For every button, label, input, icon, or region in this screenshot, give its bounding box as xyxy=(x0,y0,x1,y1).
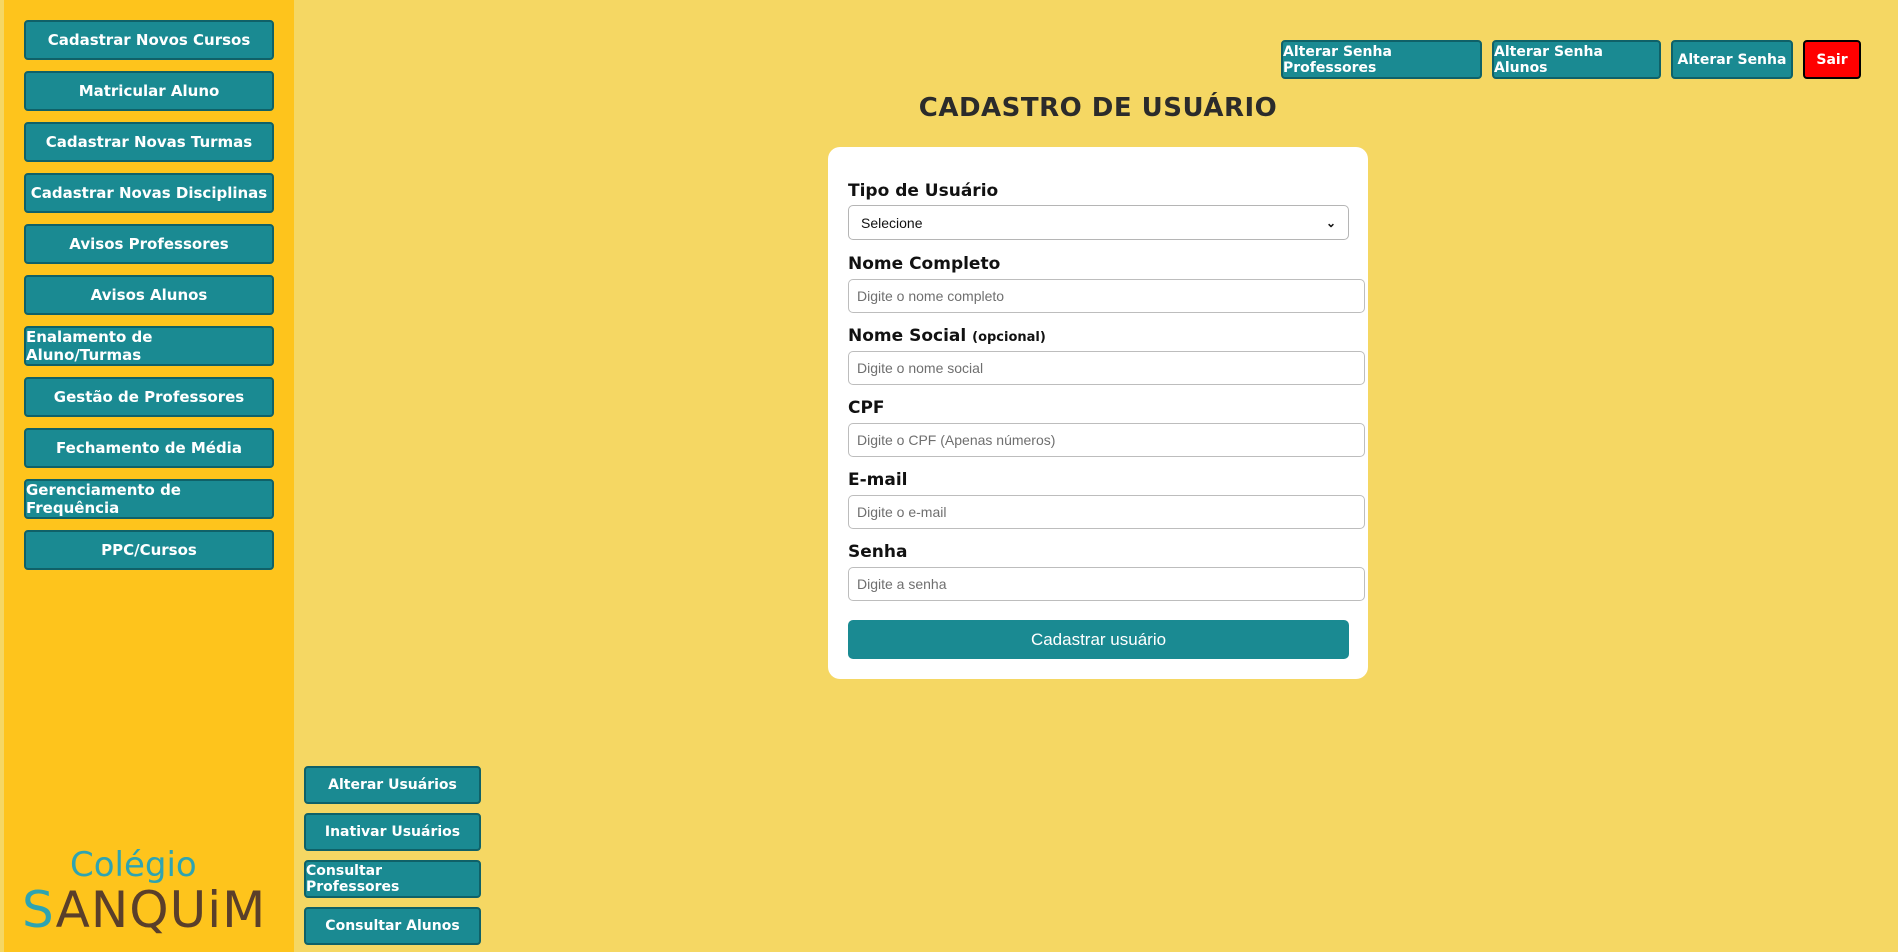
sidebar-item-frequencia[interactable]: Gerenciamento de Frequência xyxy=(24,479,274,519)
tipo-usuario-select[interactable]: Selecione ⌄ xyxy=(848,205,1349,240)
consultar-alunos-button[interactable]: Consultar Alunos xyxy=(304,907,481,945)
cpf-input[interactable] xyxy=(848,423,1365,457)
sidebar-item-cadastrar-disciplinas[interactable]: Cadastrar Novas Disciplinas xyxy=(24,173,274,213)
inativar-usuarios-button[interactable]: Inativar Usuários xyxy=(304,813,481,851)
email-input[interactable] xyxy=(848,495,1365,529)
chevron-down-icon: ⌄ xyxy=(1325,215,1336,230)
cadastrar-usuario-button[interactable]: Cadastrar usuário xyxy=(848,620,1349,659)
nome-social-optional: (opcional) xyxy=(972,330,1046,345)
cpf-label: CPF xyxy=(848,398,885,418)
sidebar-item-enalamento[interactable]: Enalamento de Aluno/Turmas xyxy=(24,326,274,366)
sidebar-item-fechamento-media[interactable]: Fechamento de Média xyxy=(24,428,274,468)
school-logo: Colégio SANQUiM xyxy=(22,845,265,940)
sidebar-item-gestao-professores[interactable]: Gestão de Professores xyxy=(24,377,274,417)
sidebar-item-cadastrar-turmas[interactable]: Cadastrar Novas Turmas xyxy=(24,122,274,162)
nome-completo-label: Nome Completo xyxy=(848,254,1001,274)
logo-rest: ANQUiM xyxy=(55,881,267,939)
email-label: E-mail xyxy=(848,470,908,490)
alterar-usuarios-button[interactable]: Alterar Usuários xyxy=(304,766,481,804)
sidebar-item-avisos-alunos[interactable]: Avisos Alunos xyxy=(24,275,274,315)
senha-input[interactable] xyxy=(848,567,1365,601)
logo-main-text: SANQUiM xyxy=(22,881,266,939)
sidebar-item-cadastrar-cursos[interactable]: Cadastrar Novos Cursos xyxy=(24,20,274,60)
nome-completo-input[interactable] xyxy=(848,279,1365,313)
senha-label: Senha xyxy=(848,542,908,562)
nome-social-input[interactable] xyxy=(848,351,1365,385)
sidebar: Cadastrar Novos Cursos Matricular Aluno … xyxy=(4,0,294,952)
sidebar-item-ppc-cursos[interactable]: PPC/Cursos xyxy=(24,530,274,570)
alterar-senha-button[interactable]: Alterar Senha xyxy=(1671,40,1793,79)
logo-initial: S xyxy=(22,881,56,939)
page-title: CADASTRO DE USUÁRIO xyxy=(918,93,1278,123)
nome-social-label: Nome Social (opcional) xyxy=(848,326,1046,346)
logo-top-text: Colégio xyxy=(70,845,197,885)
sair-button[interactable]: Sair xyxy=(1803,40,1861,79)
alterar-senha-professores-button[interactable]: Alterar Senha Professores xyxy=(1281,40,1482,79)
nome-social-label-text: Nome Social xyxy=(848,326,967,346)
sidebar-item-avisos-professores[interactable]: Avisos Professores xyxy=(24,224,274,264)
user-form-card: Tipo de Usuário Selecione ⌄ Nome Complet… xyxy=(828,147,1368,679)
consultar-professores-button[interactable]: Consultar Professores xyxy=(304,860,481,898)
tipo-usuario-selected: Selecione xyxy=(861,214,923,231)
tipo-usuario-label: Tipo de Usuário xyxy=(848,181,999,201)
sidebar-item-matricular-aluno[interactable]: Matricular Aluno xyxy=(24,71,274,111)
alterar-senha-alunos-button[interactable]: Alterar Senha Alunos xyxy=(1492,40,1661,79)
